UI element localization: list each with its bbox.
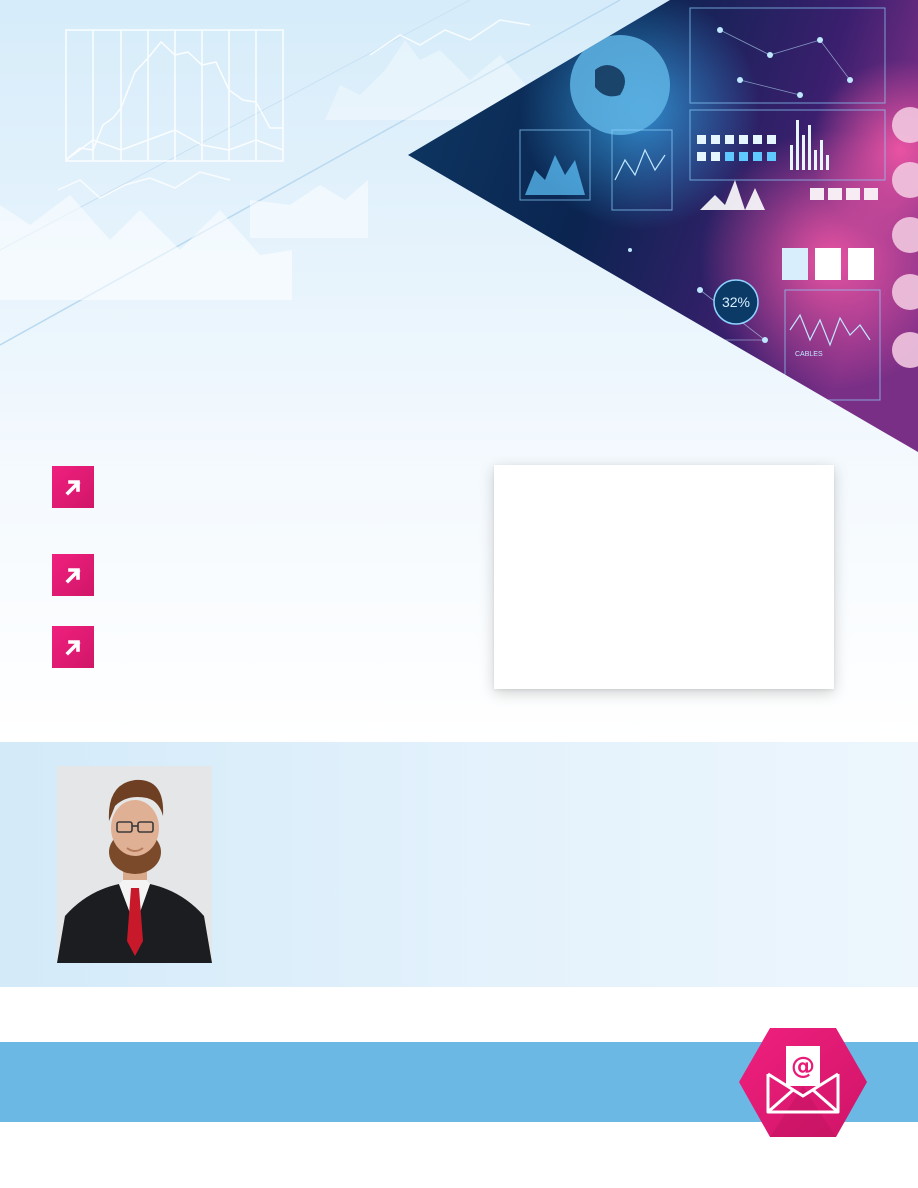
dashboard-graphic: 32% CABLES xyxy=(408,0,918,452)
info-card xyxy=(494,465,834,689)
svg-text:@: @ xyxy=(791,1052,815,1080)
arrow-up-right-icon xyxy=(65,568,81,584)
author-portrait xyxy=(57,766,212,963)
bullet-arrow-icon-1 xyxy=(52,466,94,508)
bullet-arrow-icon-3 xyxy=(52,626,94,668)
contact-text xyxy=(52,1066,692,1096)
percent-label: 32% xyxy=(722,294,750,310)
bullet-arrow-icon-2 xyxy=(52,554,94,596)
email-at-icon[interactable]: @ xyxy=(738,1026,868,1139)
arrow-up-right-icon xyxy=(65,480,81,496)
author-photo xyxy=(57,766,212,963)
cables-label: CABLES xyxy=(795,351,823,358)
bullet-text-3 xyxy=(110,636,450,660)
bullet-text-2 xyxy=(110,564,450,588)
document-page: 32% CABLES @ xyxy=(0,0,918,1188)
bullet-text-1 xyxy=(110,476,450,500)
author-bio xyxy=(236,770,876,960)
arrow-up-right-icon xyxy=(65,640,81,656)
